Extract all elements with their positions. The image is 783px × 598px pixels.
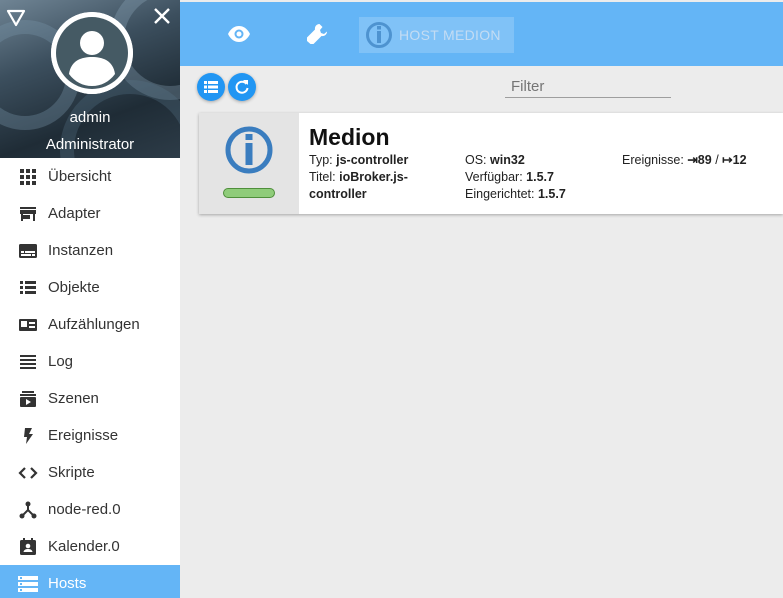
host-installed-value: 1.5.7 [537, 187, 566, 201]
host-events-out: ↦12 [722, 153, 747, 167]
grid-icon [18, 167, 38, 187]
host-card[interactable]: Medion Typ: js-controller Titel: ioBroke… [199, 113, 783, 214]
sidebar-item-label: Instanzen [48, 242, 114, 259]
node-red-icon [18, 500, 38, 520]
close-icon[interactable] [152, 6, 172, 26]
subscriptions-icon [18, 389, 38, 409]
sidebar-item-node-red[interactable]: node-red.0 [0, 491, 180, 528]
flash-icon [18, 426, 38, 446]
sidebar: admin Administrator Übersicht Adapter In… [0, 0, 180, 598]
sidebar-item-hosts[interactable]: Hosts [0, 565, 180, 598]
sidebar-header: admin Administrator [0, 0, 180, 158]
host-type-label: Typ: [309, 153, 333, 167]
sidebar-item-label: Szenen [48, 390, 99, 407]
sidebar-item-label: Log [48, 353, 74, 370]
featured-play-list-icon [18, 315, 38, 335]
sidebar-item-label: Adapter [48, 205, 101, 222]
host-tab-label: HOST MEDION [399, 27, 501, 43]
menu-toggle-icon[interactable] [6, 8, 26, 28]
list-view-button[interactable] [197, 73, 225, 101]
sidebar-item-aufzaehlungen[interactable]: Aufzählungen [0, 306, 180, 343]
sidebar-item-log[interactable]: Log [0, 343, 180, 380]
host-os-label: OS: [465, 153, 487, 167]
sidebar-item-uebersicht[interactable]: Übersicht [0, 158, 180, 195]
store-icon [18, 204, 38, 224]
sidebar-item-instanzen[interactable]: Instanzen [0, 232, 180, 269]
host-events: Ereignisse: ⇥89 / ↦12 [622, 152, 747, 169]
host-title: Titel: ioBroker.js- controller [309, 169, 408, 203]
host-title-value-cont: controller [309, 187, 367, 201]
sidebar-item-kalender[interactable]: Kalender.0 [0, 528, 180, 565]
subtitles-icon [18, 241, 38, 261]
sidebar-item-label: Übersicht [48, 168, 112, 185]
list-icon [18, 278, 38, 298]
filter-input[interactable] [505, 76, 671, 96]
host-card-media [199, 113, 299, 214]
host-name: Medion [309, 124, 390, 150]
eye-icon[interactable] [227, 22, 251, 46]
tab-host-medion[interactable]: HOST MEDION [359, 17, 514, 53]
sidebar-item-label: Kalender.0 [48, 538, 120, 555]
host-available-value: 1.5.7 [526, 170, 554, 184]
sidebar-nav: Übersicht Adapter Instanzen Objekte Aufz… [0, 158, 180, 598]
host-os-value: win32 [490, 153, 525, 167]
host-title-value: ioBroker.js- [339, 170, 408, 184]
host-events-label: Ereignisse: [622, 153, 684, 167]
host-type: Typ: js-controller [309, 152, 408, 169]
code-icon [18, 463, 38, 483]
wrench-icon[interactable] [305, 22, 329, 46]
calendar-account-icon [18, 537, 38, 557]
host-events-separator: / [715, 153, 719, 167]
list-icon [204, 81, 218, 93]
sidebar-item-label: Hosts [48, 575, 87, 592]
host-status-indicator [223, 188, 275, 198]
filter-field[interactable] [505, 76, 671, 98]
host-available: Verfügbar: 1.5.7 [465, 169, 554, 186]
sidebar-item-label: Skripte [48, 464, 95, 481]
host-installed-label: Eingerichtet: [465, 187, 535, 201]
sidebar-item-label: node-red.0 [48, 501, 121, 518]
host-available-label: Verfügbar: [465, 170, 523, 184]
sidebar-item-ereignisse[interactable]: Ereignisse [0, 417, 180, 454]
user-role: Administrator [45, 136, 135, 153]
sidebar-item-objekte[interactable]: Objekte [0, 269, 180, 306]
sidebar-item-adapter[interactable]: Adapter [0, 195, 180, 232]
sidebar-item-skripte[interactable]: Skripte [0, 454, 180, 491]
sidebar-item-szenen[interactable]: Szenen [0, 380, 180, 417]
refresh-icon [235, 80, 249, 94]
host-events-in: ⇥89 [687, 153, 712, 167]
iobroker-logo-icon [365, 21, 393, 49]
user-name: admin [69, 109, 111, 126]
iobroker-logo-icon [224, 125, 274, 175]
storage-icon [18, 574, 38, 594]
avatar[interactable] [51, 12, 133, 94]
host-title-label: Titel: [309, 170, 336, 184]
top-app-bar: HOST MEDION [180, 2, 783, 66]
host-installed: Eingerichtet: 1.5.7 [465, 186, 566, 203]
host-os: OS: win32 [465, 152, 525, 169]
reorder-icon [18, 352, 38, 372]
sidebar-item-label: Objekte [48, 279, 100, 296]
host-type-value: js-controller [336, 153, 409, 167]
sidebar-item-label: Ereignisse [48, 427, 119, 444]
refresh-button[interactable] [228, 73, 256, 101]
sidebar-item-label: Aufzählungen [48, 316, 140, 333]
